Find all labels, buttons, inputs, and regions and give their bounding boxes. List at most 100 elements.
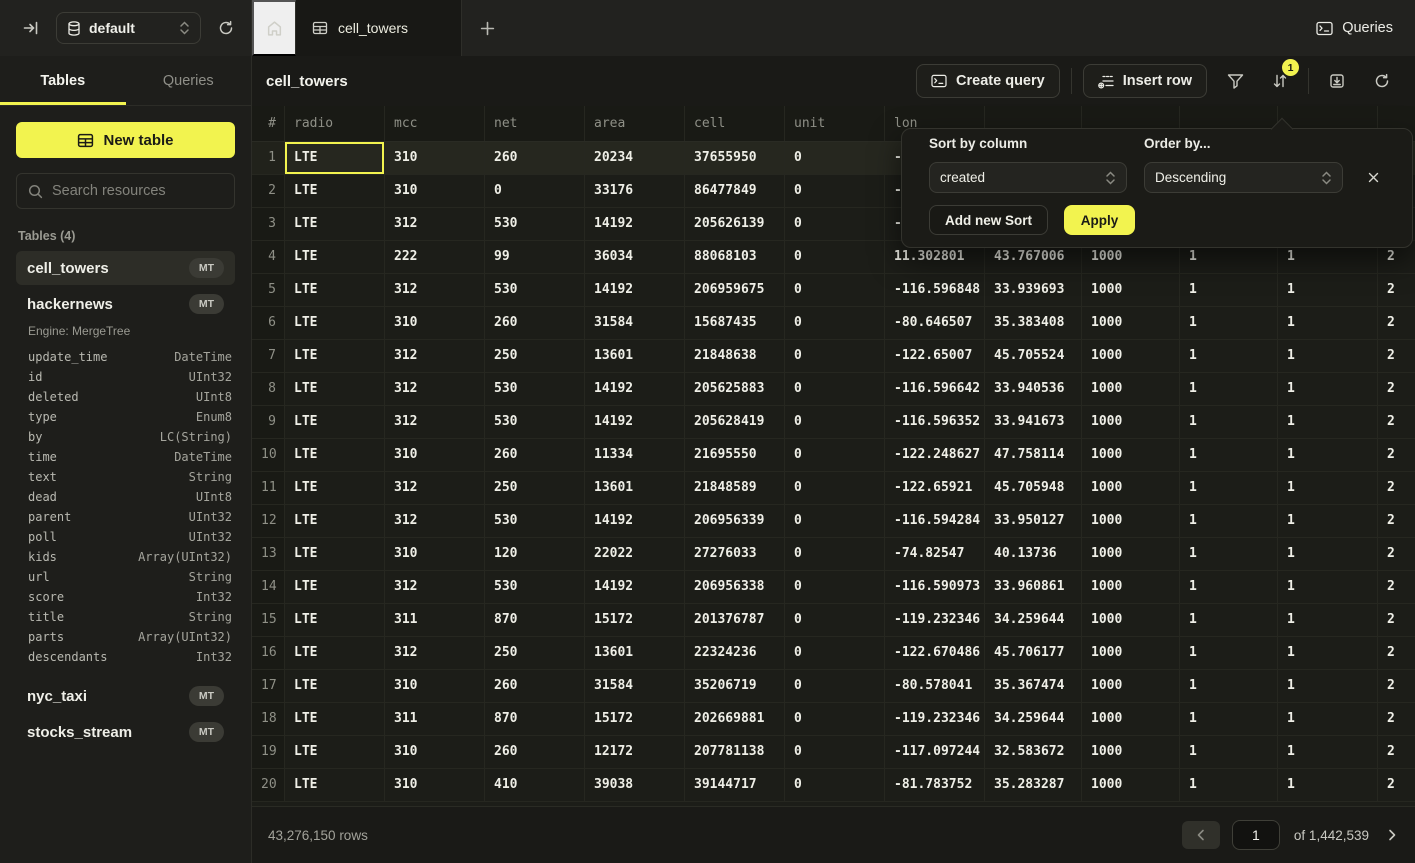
schema-column-row[interactable]: update_timeDateTime (28, 347, 232, 367)
sidebar-tab-tables[interactable]: Tables (0, 56, 126, 105)
table-cell[interactable]: 1 (1278, 637, 1378, 669)
table-cell[interactable]: 1 (1180, 307, 1278, 339)
table-cell[interactable]: 310 (385, 439, 485, 471)
row-number[interactable]: 19 (252, 736, 285, 768)
table-cell[interactable]: -116.590973 (885, 571, 985, 603)
table-cell[interactable]: 1 (1180, 604, 1278, 636)
row-number[interactable]: 15 (252, 604, 285, 636)
schema-column-row[interactable]: parentUInt32 (28, 507, 232, 527)
table-cell[interactable]: 312 (385, 274, 485, 306)
table-cell[interactable]: 530 (485, 571, 585, 603)
table-cell[interactable]: 530 (485, 208, 585, 240)
table-cell[interactable]: 22022 (585, 538, 685, 570)
apply-sort-button[interactable]: Apply (1064, 205, 1135, 235)
table-cell[interactable]: 14192 (585, 373, 685, 405)
table-cell[interactable]: 1 (1278, 274, 1378, 306)
table-cell[interactable]: 1 (1278, 670, 1378, 702)
table-cell[interactable]: 205628419 (685, 406, 785, 438)
table-cell[interactable]: 2 (1378, 439, 1415, 471)
table-cell[interactable]: 2 (1378, 604, 1415, 636)
table-cell[interactable]: 1 (1180, 274, 1278, 306)
table-cell[interactable]: LTE (285, 307, 385, 339)
table-cell[interactable]: 202669881 (685, 703, 785, 735)
table-cell[interactable]: 1000 (1082, 274, 1180, 306)
table-cell[interactable]: 0 (785, 571, 885, 603)
sidebar-item-stocks-stream[interactable]: stocks_stream MT (16, 715, 235, 749)
column-header-radio[interactable]: radio (285, 106, 385, 141)
row-number[interactable]: 4 (252, 241, 285, 273)
table-cell[interactable]: 33176 (585, 175, 685, 207)
table-cell[interactable]: 310 (385, 538, 485, 570)
table-cell[interactable]: -122.65921 (885, 472, 985, 504)
table-cell[interactable]: 33.940536 (985, 373, 1082, 405)
table-cell[interactable]: 13601 (585, 637, 685, 669)
table-cell[interactable]: 1 (1180, 340, 1278, 372)
table-cell[interactable]: 0 (785, 340, 885, 372)
row-number[interactable]: 6 (252, 307, 285, 339)
table-cell[interactable]: 45.705524 (985, 340, 1082, 372)
sidebar-item-hackernews[interactable]: hackernews MT (16, 287, 235, 321)
table-cell[interactable]: 410 (485, 769, 585, 801)
table-cell[interactable]: 1 (1278, 736, 1378, 768)
row-number[interactable]: 1 (252, 142, 285, 174)
search-resources-input[interactable] (52, 183, 239, 199)
table-cell[interactable]: LTE (285, 208, 385, 240)
database-selector[interactable]: default (56, 12, 201, 44)
table-cell[interactable]: 1 (1180, 439, 1278, 471)
table-cell[interactable]: 2 (1378, 406, 1415, 438)
table-cell[interactable]: 1 (1180, 571, 1278, 603)
collapse-sidebar-button[interactable] (16, 13, 46, 43)
table-cell[interactable]: 1000 (1082, 604, 1180, 636)
table-cell[interactable]: 312 (385, 571, 485, 603)
table-cell[interactable]: 2 (1378, 736, 1415, 768)
sidebar-item-cell-towers[interactable]: cell_towers MT (16, 251, 235, 285)
table-cell[interactable]: 1000 (1082, 769, 1180, 801)
table-cell[interactable]: 310 (385, 736, 485, 768)
table-cell[interactable]: 250 (485, 637, 585, 669)
table-cell[interactable]: 0 (785, 307, 885, 339)
table-cell[interactable]: 88068103 (685, 241, 785, 273)
schema-column-row[interactable]: descendantsInt32 (28, 647, 232, 667)
table-cell[interactable]: LTE (285, 769, 385, 801)
schema-column-row[interactable]: urlString (28, 567, 232, 587)
table-cell[interactable]: 530 (485, 373, 585, 405)
schema-column-row[interactable]: titleString (28, 607, 232, 627)
table-cell[interactable]: 45.705948 (985, 472, 1082, 504)
table-cell[interactable]: 33.939693 (985, 274, 1082, 306)
table-cell[interactable]: 34.259644 (985, 703, 1082, 735)
table-cell[interactable]: -74.82547 (885, 538, 985, 570)
table-cell[interactable]: 1000 (1082, 505, 1180, 537)
table-cell[interactable]: -81.783752 (885, 769, 985, 801)
row-number[interactable]: 10 (252, 439, 285, 471)
column-header-cell[interactable]: cell (685, 106, 785, 141)
table-cell[interactable]: 312 (385, 406, 485, 438)
table-cell[interactable]: 260 (485, 307, 585, 339)
row-number[interactable]: 5 (252, 274, 285, 306)
table-cell[interactable]: 0 (785, 736, 885, 768)
table-cell[interactable]: 0 (785, 604, 885, 636)
table-cell[interactable]: LTE (285, 406, 385, 438)
row-number[interactable]: 2 (252, 175, 285, 207)
table-cell[interactable]: 0 (785, 241, 885, 273)
row-number[interactable]: 7 (252, 340, 285, 372)
schema-column-row[interactable]: scoreInt32 (28, 587, 232, 607)
schema-column-row[interactable]: idUInt32 (28, 367, 232, 387)
table-cell[interactable]: 1 (1180, 637, 1278, 669)
table-cell[interactable]: 312 (385, 340, 485, 372)
table-cell[interactable]: 1000 (1082, 571, 1180, 603)
tab-cell-towers[interactable]: cell_towers (296, 0, 462, 56)
sidebar-item-nyc-taxi[interactable]: nyc_taxi MT (16, 679, 235, 713)
sort-button[interactable]: 1 (1263, 66, 1297, 96)
table-cell[interactable]: 530 (485, 505, 585, 537)
table-cell[interactable]: 14192 (585, 571, 685, 603)
table-cell[interactable]: 310 (385, 307, 485, 339)
table-cell[interactable]: 250 (485, 472, 585, 504)
table-cell[interactable]: 39038 (585, 769, 685, 801)
table-cell[interactable]: 206959675 (685, 274, 785, 306)
table-cell[interactable]: 1 (1278, 604, 1378, 636)
next-page-button[interactable] (1387, 829, 1397, 841)
table-cell[interactable]: 2 (1378, 307, 1415, 339)
table-cell[interactable]: 1 (1278, 472, 1378, 504)
column-header-net[interactable]: net (485, 106, 585, 141)
table-cell[interactable]: 0 (785, 373, 885, 405)
